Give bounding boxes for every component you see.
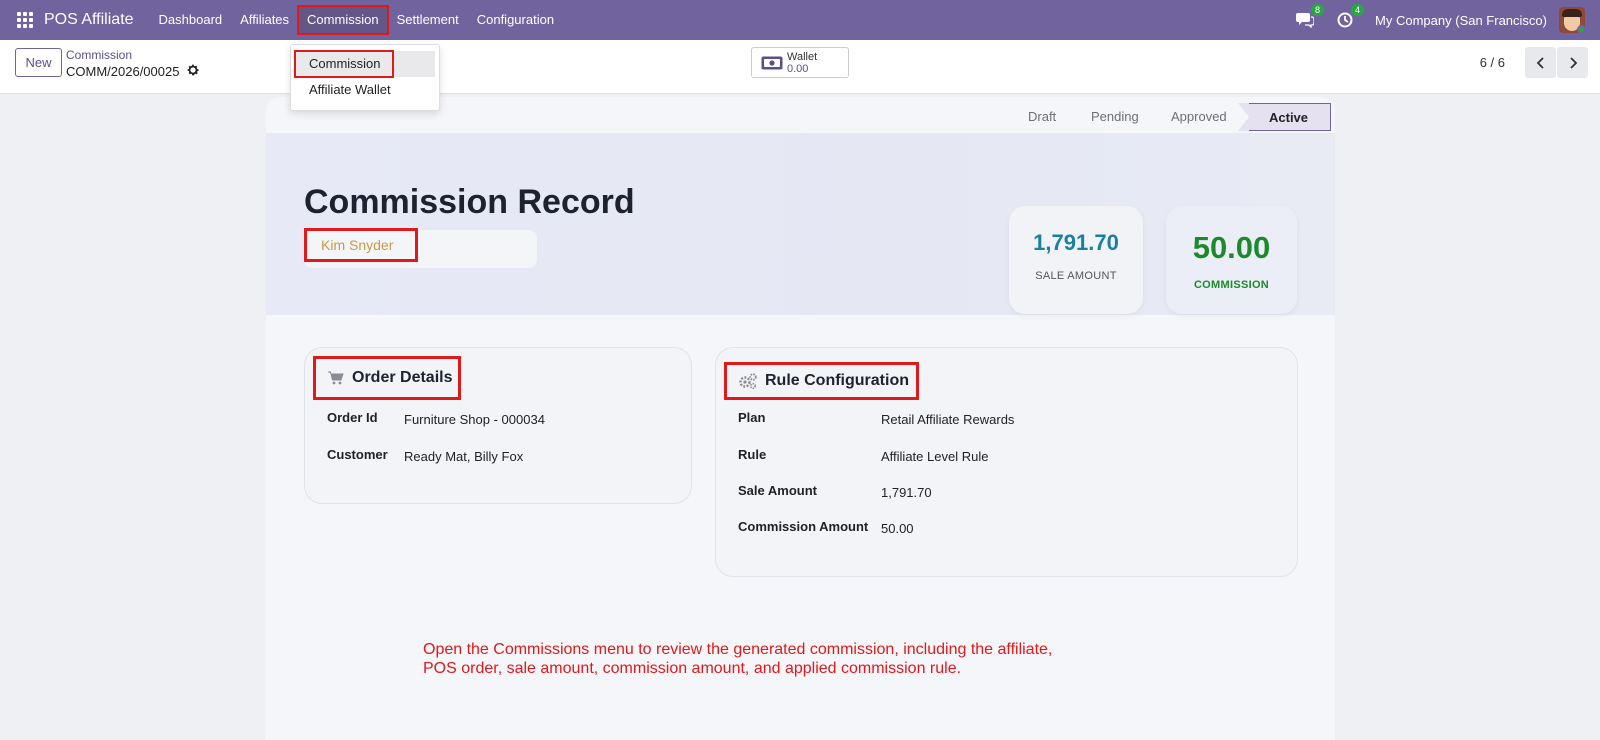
order-details-header: Order Details [313,356,461,400]
commission-value: 50.00 [1192,230,1271,265]
clock-icon[interactable]: 4 [1335,4,1365,30]
gear-icon[interactable] [186,63,200,77]
customer-value[interactable]: Ready Mat, Billy Fox [404,449,523,464]
record-reference: COMM/2026/00025 [66,64,180,79]
order-details-card: Order Details Order Id Furniture Shop - … [304,347,692,504]
systray: 8 4 My Company (San Francisco) [1295,0,1600,40]
sale-amount-value: 1,791.70 [1033,230,1119,255]
menu-item-affiliate-wallet[interactable]: Affiliate Wallet [295,77,435,103]
order-details-title: Order Details [352,369,453,386]
wallet-label: Wallet [787,51,818,63]
stage-draft[interactable]: Draft [1028,103,1056,131]
app-brand[interactable]: POS Affiliate [44,11,134,29]
plan-label: Plan [738,410,766,425]
rule-configuration-header: Rule Configuration [724,362,919,400]
commission-amount-label: Commission Amount [738,519,869,534]
commission-card: 50.00 COMMISSION [1166,206,1297,314]
sale-amount-card: 1,791.70 SALE AMOUNT [1009,206,1143,314]
activities-count-badge: 4 [1351,4,1365,16]
apps-grid-icon[interactable] [17,12,33,28]
control-panel: New Commission COMM/2026/00025 Wallet 0.… [0,40,1600,94]
new-button[interactable]: New [15,48,62,77]
rule-configuration-card: Rule Configuration Plan Retail Affiliate… [715,347,1298,577]
commission-label: COMMISSION [1193,279,1270,291]
annotation-line-1: Open the Commissions menu to review the … [423,641,1053,658]
cart-icon [328,371,344,385]
chevron-left-icon [1536,56,1544,69]
order-id-value[interactable]: Furniture Shop - 000034 [404,412,545,427]
pager-previous-button[interactable] [1525,47,1556,78]
order-id-label: Order Id [327,410,378,425]
money-icon [761,56,783,70]
rule-label: Rule [738,447,767,462]
rule-configuration-title: Rule Configuration [765,372,909,389]
nav-configuration[interactable]: Configuration [468,6,563,34]
pager-counter[interactable]: 6 / 6 [1480,55,1505,70]
company-switcher[interactable]: My Company (San Francisco) [1375,13,1547,28]
chat-icon[interactable]: 8 [1295,4,1325,30]
nav-settlement[interactable]: Settlement [388,6,468,34]
top-navbar: POS Affiliate Dashboard Affiliates Commi… [0,0,1600,40]
hero-banner: Commission Record Kim Snyder 1,791.70 SA… [266,133,1335,315]
rule-value[interactable]: Affiliate Level Rule [881,449,988,464]
online-status-dot [1577,25,1585,33]
sale-amount-label: SALE AMOUNT [1035,270,1117,282]
breadcrumb-parent[interactable]: Commission [66,48,132,62]
commission-dropdown-menu: Commission Affiliate Wallet [290,44,440,111]
sale-amount-field-value: 1,791.70 [881,485,932,500]
chevron-right-icon [1569,56,1577,69]
stage-pending[interactable]: Pending [1091,103,1139,131]
affiliate-field[interactable]: Kim Snyder [304,228,418,262]
nav-dashboard[interactable]: Dashboard [150,6,232,34]
plan-value[interactable]: Retail Affiliate Rewards [881,412,1014,427]
nav-commission[interactable]: Commission [297,5,389,35]
page-title: Commission Record [304,183,635,221]
avatar[interactable] [1559,7,1585,33]
nav-affiliates[interactable]: Affiliates [231,6,298,34]
messages-count-badge: 8 [1311,4,1325,16]
annotation-line-2: POS order, sale amount, commission amoun… [423,660,962,677]
annotation-note: Open the Commissions menu to review the … [423,640,1123,678]
menu-item-commission[interactable]: Commission [294,50,394,78]
commission-amount-value: 50.00 [881,521,914,536]
pager-next-button[interactable] [1557,47,1588,78]
gears-icon [739,373,757,389]
wallet-smart-button[interactable]: Wallet 0.00 [751,47,849,78]
stage-active[interactable]: Active [1237,103,1332,131]
customer-label: Customer [327,447,388,462]
wallet-value: 0.00 [787,63,809,75]
sale-amount-field-label: Sale Amount [738,483,817,498]
stage-approved[interactable]: Approved [1171,103,1227,131]
